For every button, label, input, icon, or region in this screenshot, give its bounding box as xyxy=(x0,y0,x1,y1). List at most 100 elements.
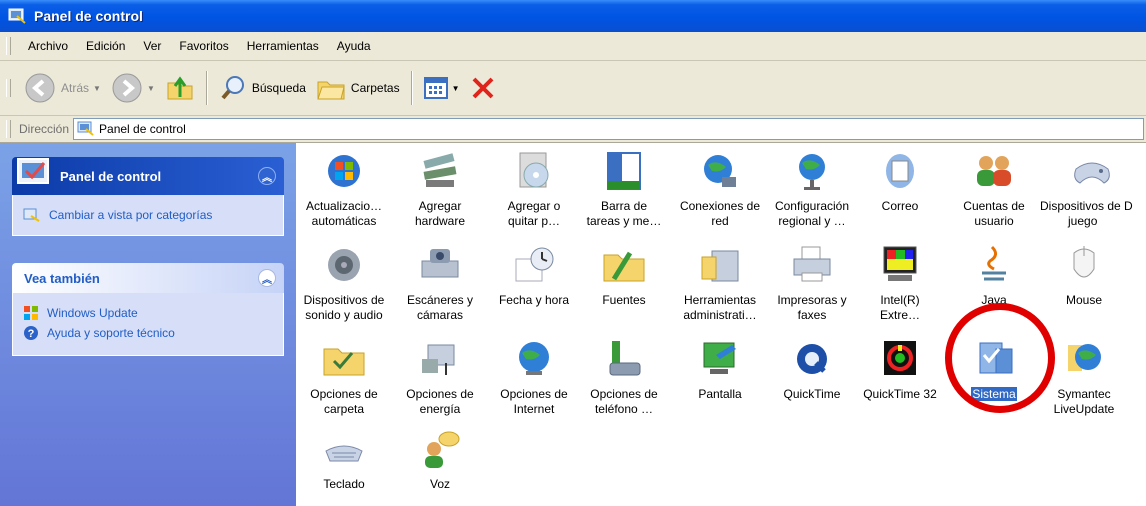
item-label-line2: Extre… xyxy=(879,308,920,322)
toolbar-grip[interactable] xyxy=(6,79,11,97)
item-label-line1: Cuentas de xyxy=(963,199,1025,213)
item-label-line2: sonido y audio xyxy=(305,308,383,322)
item-label-line1: Agregar xyxy=(418,199,462,213)
item-taskbar-start-menu[interactable]: Barra de tareas y me… xyxy=(577,149,671,229)
see-also-title: Vea también xyxy=(24,270,100,286)
menu-bar: Archivo Edición Ver Favoritos Herramient… xyxy=(0,32,1146,61)
item-network-connections[interactable]: Conexiones de red xyxy=(673,149,767,229)
windows-update-link[interactable]: Windows Update xyxy=(23,305,273,321)
item-label-line2: regional y … xyxy=(778,214,846,228)
internet-options-icon xyxy=(519,342,549,375)
item-admin-tools[interactable]: Herramientas administrati… xyxy=(673,243,767,323)
scanners-cameras-icon xyxy=(421,249,459,278)
item-sound-audio[interactable]: Dispositivos de sonido y audio xyxy=(297,243,391,323)
item-fonts[interactable]: Fuentes xyxy=(577,243,671,308)
item-mouse[interactable]: Mouse xyxy=(1037,243,1131,308)
item-regional-settings[interactable]: Configuración regional y … xyxy=(765,149,859,229)
item-add-hardware[interactable]: Agregar hardware xyxy=(393,149,487,229)
up-folder-button[interactable] xyxy=(160,68,200,108)
item-internet-options[interactable]: Opciones de Internet xyxy=(487,337,581,417)
collapse-chevron-icon[interactable]: ︽ xyxy=(258,269,276,287)
item-label-line2: automáticas xyxy=(311,214,377,228)
item-symantec-liveupdate[interactable]: Symantec LiveUpdate xyxy=(1037,337,1131,417)
item-label-line1: Opciones de xyxy=(500,387,568,401)
item-label-line1: QuickTime xyxy=(783,387,841,401)
switch-category-view-link[interactable]: Cambiar a vista por categorías xyxy=(23,207,273,223)
item-intel-graphics[interactable]: Intel(R) Extre… xyxy=(853,243,947,323)
keyboard-icon xyxy=(325,445,363,462)
menu-ayuda[interactable]: Ayuda xyxy=(328,39,380,53)
see-also-section-header[interactable]: Vea también ︽ xyxy=(12,263,284,293)
item-label-line1: Pantalla xyxy=(698,387,742,401)
item-power-options[interactable]: Opciones de energía xyxy=(393,337,487,417)
forward-button[interactable]: ▼ xyxy=(106,68,160,108)
item-mail[interactable]: Correo xyxy=(853,149,947,214)
toolbar-grip[interactable] xyxy=(6,37,11,55)
delete-button[interactable] xyxy=(465,68,501,108)
search-icon xyxy=(221,76,244,100)
item-label-line2: faxes xyxy=(797,308,827,322)
back-dropdown-icon[interactable]: ▼ xyxy=(93,84,101,93)
item-display[interactable]: Pantalla xyxy=(673,337,767,402)
toolbar-grip[interactable] xyxy=(6,120,11,138)
delete-x-icon xyxy=(472,77,493,99)
item-label-line1: Intel(R) xyxy=(880,293,920,307)
item-label-line2: juego xyxy=(1068,214,1098,228)
control-panel-section-header[interactable]: Panel de control ︽ xyxy=(12,157,284,195)
item-add-remove-programs[interactable]: Agregar o quitar p… xyxy=(487,149,581,229)
system-icon xyxy=(979,342,1013,374)
power-options-icon xyxy=(422,344,455,375)
item-system[interactable]: Sistema xyxy=(947,337,1041,402)
item-date-time[interactable]: Fecha y hora xyxy=(487,243,581,308)
search-button[interactable]: Búsqueda xyxy=(214,68,311,108)
address-input[interactable]: Panel de control xyxy=(73,118,1144,140)
item-java[interactable]: Java xyxy=(947,243,1041,308)
menu-edicion[interactable]: Edición xyxy=(77,39,134,53)
item-folder-options[interactable]: Opciones de carpeta xyxy=(297,337,391,417)
item-quicktime-32[interactable]: QuickTime 32 xyxy=(853,337,947,402)
switch-category-view-label: Cambiar a vista por categorías xyxy=(49,208,213,222)
address-label: Dirección xyxy=(19,122,70,136)
regional-settings-icon xyxy=(799,154,825,190)
collapse-chevron-icon[interactable]: ︽ xyxy=(258,167,276,185)
menu-herramientas[interactable]: Herramientas xyxy=(238,39,328,53)
mail-icon xyxy=(886,154,914,188)
control-panel-icon xyxy=(77,121,94,136)
item-label-line1: Java xyxy=(981,293,1007,307)
up-folder-icon xyxy=(167,76,193,100)
item-label-line1: Escáneres y xyxy=(406,293,474,307)
admin-tools-icon xyxy=(701,250,739,282)
windows-flag-icon xyxy=(24,306,38,320)
item-automatic-updates[interactable]: Actualizacio… automáticas xyxy=(297,149,391,229)
views-button[interactable]: ▼ xyxy=(419,68,465,108)
control-panel-section-body: Cambiar a vista por categorías xyxy=(12,195,284,236)
help-support-link[interactable]: ? Ayuda y soporte técnico xyxy=(23,325,273,341)
menu-ver[interactable]: Ver xyxy=(134,39,170,53)
item-phone-modem[interactable]: Opciones de teléfono … xyxy=(577,337,671,417)
item-label-line1: QuickTime 32 xyxy=(863,387,937,401)
menu-archivo[interactable]: Archivo xyxy=(19,39,77,53)
forward-dropdown-icon[interactable]: ▼ xyxy=(147,84,155,93)
item-label-line1: Actualizacio… xyxy=(305,199,383,213)
taskbar-icon xyxy=(607,152,641,190)
item-keyboard[interactable]: Teclado xyxy=(297,427,391,492)
item-game-controllers[interactable]: Dispositivos de Djuego xyxy=(1037,149,1146,229)
item-scanners-cameras[interactable]: Escáneres y cámaras xyxy=(393,243,487,323)
back-button[interactable]: Atrás ▼ xyxy=(19,68,106,108)
item-label-line1: Sistema xyxy=(971,387,1017,401)
item-printers-faxes[interactable]: Impresoras y faxes xyxy=(765,243,859,323)
folders-button[interactable]: Carpetas xyxy=(311,68,405,108)
menu-favoritos[interactable]: Favoritos xyxy=(170,39,237,53)
item-speech[interactable]: Voz xyxy=(393,427,487,492)
item-user-accounts[interactable]: Cuentas de usuario xyxy=(947,149,1041,229)
item-label-line1: Impresoras y xyxy=(777,293,847,307)
control-panel-section: Panel de control ︽ Cambiar a vista por c… xyxy=(12,157,284,236)
java-icon xyxy=(982,245,1006,281)
quicktime32-icon xyxy=(884,341,916,375)
item-quicktime[interactable]: QuickTime xyxy=(765,337,859,402)
control-panel-icon xyxy=(8,8,26,24)
see-also-section: Vea también ︽ Windows Update ? Ayuda y s… xyxy=(12,263,284,356)
display-icon xyxy=(703,342,736,374)
item-label-line1: Fecha y hora xyxy=(498,293,570,307)
views-dropdown-icon[interactable]: ▼ xyxy=(452,84,460,93)
